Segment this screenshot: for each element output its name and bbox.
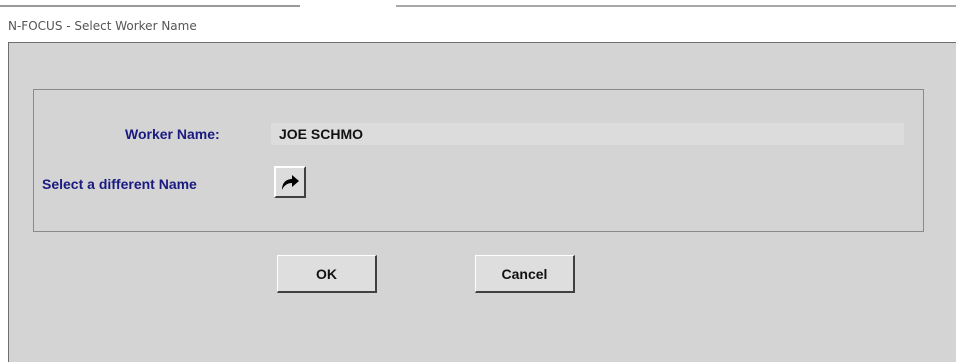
select-different-name-label: Select a different Name <box>42 176 197 192</box>
dialog-window: N-FOCUS - Select Worker Name Worker Name… <box>0 0 956 362</box>
top-edge-segment <box>396 5 956 7</box>
select-different-name-button[interactable] <box>274 166 306 198</box>
ok-button[interactable]: OK <box>277 255 377 293</box>
top-edge-segment <box>0 5 300 7</box>
worker-name-label: Worker Name: <box>125 126 220 142</box>
cancel-button[interactable]: Cancel <box>475 255 575 293</box>
curved-arrow-right-icon <box>282 175 299 190</box>
dialog-client-area: Worker Name: JOE SCHMO Select a differen… <box>8 42 956 362</box>
title-bar: N-FOCUS - Select Worker Name <box>0 8 956 42</box>
worker-name-field: JOE SCHMO <box>271 123 904 145</box>
worker-name-group: Worker Name: JOE SCHMO Select a differen… <box>33 89 924 232</box>
top-edge-strip <box>0 0 956 8</box>
window-title: N-FOCUS - Select Worker Name <box>8 19 197 33</box>
